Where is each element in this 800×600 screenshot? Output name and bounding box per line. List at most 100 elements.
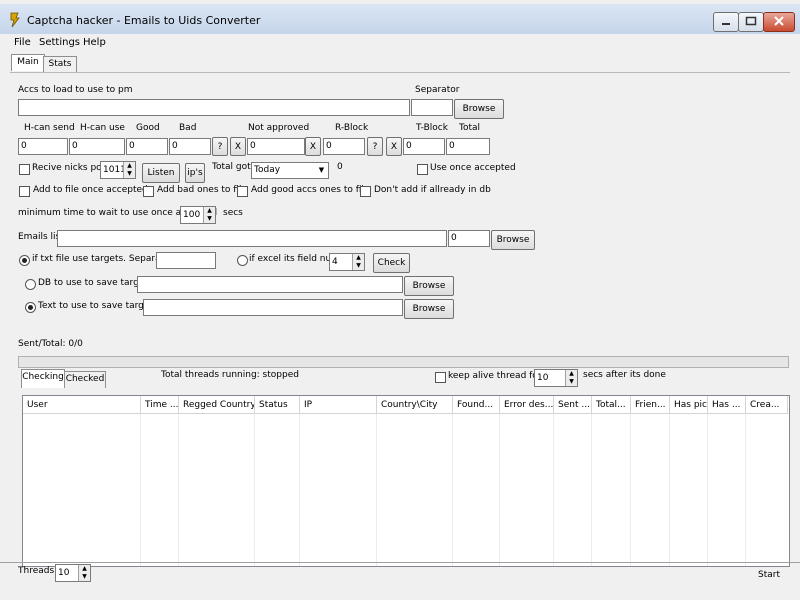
keep-alive-spinner[interactable]: 10 ▲ ▼ xyxy=(534,369,578,387)
spin-down-icon[interactable]: ▼ xyxy=(353,262,364,270)
grid-line xyxy=(591,414,592,566)
period-dropdown[interactable]: Today ▼ xyxy=(251,162,329,179)
accs-browse-button[interactable]: Browse xyxy=(454,99,504,119)
menu-help[interactable]: Help xyxy=(83,37,106,48)
maximize-button[interactable] xyxy=(738,12,764,32)
separator-input[interactable] xyxy=(411,99,453,116)
spin-up-icon[interactable]: ▲ xyxy=(353,254,364,262)
spin-down-icon[interactable]: ▼ xyxy=(566,378,577,386)
threads-spin-arrows[interactable]: ▲ ▼ xyxy=(78,565,90,581)
column-found[interactable]: Found... xyxy=(453,396,500,414)
emails-browse-button[interactable]: Browse xyxy=(491,230,535,250)
check-button[interactable]: Check xyxy=(373,253,410,273)
good-field[interactable]: 0 xyxy=(126,138,168,155)
spin-down-icon[interactable]: ▼ xyxy=(204,215,215,223)
bad-clear-button[interactable]: X xyxy=(230,137,246,156)
column-status[interactable]: Status xyxy=(255,396,300,414)
emails-input[interactable] xyxy=(57,230,447,247)
close-icon xyxy=(774,16,784,26)
column-regged-country[interactable]: Regged Country xyxy=(179,396,255,414)
minimize-button[interactable] xyxy=(713,12,739,32)
not-approved-clear-button[interactable]: X xyxy=(305,137,321,156)
grid-line xyxy=(745,414,746,566)
tab-stats[interactable]: Stats xyxy=(43,56,77,73)
tab-divider xyxy=(10,72,790,73)
spin-up-icon[interactable]: ▲ xyxy=(79,565,90,573)
grid-line xyxy=(669,414,670,566)
port-spin-arrows[interactable]: ▲ ▼ xyxy=(123,162,135,178)
ips-button[interactable]: ip's xyxy=(185,163,205,183)
tab-main[interactable]: Main xyxy=(11,54,45,71)
wait-spin-arrows[interactable]: ▲ ▼ xyxy=(203,207,215,223)
tab-checking[interactable]: Checking xyxy=(21,369,65,388)
column-ip[interactable]: IP xyxy=(300,396,377,414)
column-time[interactable]: Time ... xyxy=(141,396,179,414)
spin-up-icon[interactable]: ▲ xyxy=(566,370,577,378)
excel-spin-arrows[interactable]: ▲ ▼ xyxy=(352,254,364,270)
keep-alive-spin-arrows[interactable]: ▲ ▼ xyxy=(565,370,577,386)
not-approved-field[interactable]: 0 xyxy=(247,138,305,155)
excel-field-radio[interactable] xyxy=(237,255,248,266)
wait-spinner[interactable]: 100 ▲ ▼ xyxy=(180,206,216,224)
menu-file[interactable]: File xyxy=(14,37,31,48)
bad-field[interactable]: 0 xyxy=(169,138,211,155)
threads-spinner[interactable]: 10 ▲ ▼ xyxy=(55,564,91,582)
close-button[interactable] xyxy=(763,12,795,32)
text-browse-button[interactable]: Browse xyxy=(404,299,454,319)
add-good-checkbox[interactable] xyxy=(237,186,248,197)
bad-info-button[interactable]: ? xyxy=(212,137,228,156)
total-got-value: 0 xyxy=(337,162,343,172)
spin-down-icon[interactable]: ▼ xyxy=(124,170,135,178)
emails-count-field[interactable]: 0 xyxy=(448,230,490,247)
spin-down-icon[interactable]: ▼ xyxy=(79,573,90,581)
column-has-pic[interactable]: Has pic xyxy=(670,396,708,414)
results-table[interactable]: User Time ... Regged Country Status IP C… xyxy=(22,395,790,567)
menu-settings[interactable]: Settings xyxy=(39,37,80,48)
text-targets-radio[interactable] xyxy=(25,302,36,313)
spin-up-icon[interactable]: ▲ xyxy=(204,207,215,215)
r-block-info-button[interactable]: ? xyxy=(367,137,383,156)
txt-separator-input[interactable] xyxy=(156,252,216,269)
r-block-clear-button[interactable]: X xyxy=(386,137,402,156)
column-has[interactable]: Has ... xyxy=(708,396,746,414)
add-file-once-checkbox[interactable] xyxy=(19,186,30,197)
accs-input[interactable] xyxy=(18,99,410,116)
h-can-send-field[interactable]: 0 xyxy=(18,138,68,155)
column-sent[interactable]: Sent ... xyxy=(554,396,592,414)
grid-line xyxy=(178,414,179,566)
total-field[interactable]: 0 xyxy=(446,138,490,155)
port-spinner[interactable]: 1011 ▲ ▼ xyxy=(100,161,136,179)
column-friends[interactable]: Frien... xyxy=(631,396,670,414)
db-browse-button[interactable]: Browse xyxy=(404,276,454,296)
db-targets-input[interactable] xyxy=(137,276,403,293)
keep-alive-checkbox[interactable] xyxy=(435,372,446,383)
t-block-field[interactable]: 0 xyxy=(403,138,445,155)
h-can-use-field[interactable]: 0 xyxy=(69,138,125,155)
db-targets-radio[interactable] xyxy=(25,279,36,290)
accs-label: Accs to load to use to pm xyxy=(18,85,133,95)
dropdown-arrow-icon[interactable]: ▼ xyxy=(315,163,328,178)
use-once-checkbox[interactable] xyxy=(417,164,428,175)
spin-up-icon[interactable]: ▲ xyxy=(124,162,135,170)
h-can-use-label: H-can use xyxy=(80,123,125,133)
keep-alive-after-label: secs after its done xyxy=(583,370,666,380)
column-country-city[interactable]: Country\City xyxy=(377,396,453,414)
column-user[interactable]: User xyxy=(23,396,141,414)
column-total[interactable]: Total... xyxy=(592,396,631,414)
tab-checked[interactable]: Checked xyxy=(64,371,106,388)
add-bad-checkbox[interactable] xyxy=(143,186,154,197)
bad-label: Bad xyxy=(179,123,197,133)
listen-button[interactable]: Listen xyxy=(142,163,180,183)
dont-add-checkbox[interactable] xyxy=(360,186,371,197)
excel-field-spinner[interactable]: 4 ▲ ▼ xyxy=(329,253,365,271)
text-targets-label: Text to use to save targets xyxy=(38,301,158,311)
start-button[interactable]: Start xyxy=(758,570,780,580)
r-block-field[interactable]: 0 xyxy=(323,138,365,155)
txt-file-radio[interactable] xyxy=(19,255,30,266)
column-error-desc[interactable]: Error des... xyxy=(500,396,554,414)
column-created[interactable]: Crea... xyxy=(746,396,788,414)
add-good-label: Add good accs ones to file xyxy=(251,185,370,195)
recive-nicks-checkbox[interactable] xyxy=(19,164,30,175)
text-targets-input[interactable] xyxy=(143,299,403,316)
grid-line xyxy=(254,414,255,566)
